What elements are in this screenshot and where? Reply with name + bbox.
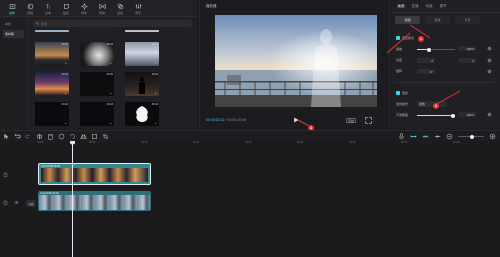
eye-icon[interactable]: [14, 200, 19, 205]
zoom-in-icon[interactable]: [489, 133, 496, 140]
split-icon[interactable]: [36, 133, 43, 140]
lock-icon[interactable]: [3, 172, 8, 177]
clip-track2[interactable]: mp4 00:00:10:06: [38, 191, 151, 211]
redo-icon[interactable]: [25, 133, 32, 140]
crop-icon[interactable]: [102, 133, 109, 140]
mirror-icon[interactable]: [80, 133, 87, 140]
ruler-tick: 00:10: [141, 141, 148, 144]
marker-1: 1: [418, 36, 424, 42]
lock-icon[interactable]: [3, 200, 8, 205]
link-icon[interactable]: [410, 133, 417, 140]
reverse-icon[interactable]: [69, 133, 76, 140]
cursor-icon[interactable]: [3, 133, 10, 140]
arrow-1: [386, 32, 411, 54]
track2-controls: 封面: [0, 195, 37, 213]
ruler-tick: 00:20: [245, 141, 252, 144]
rotate-icon[interactable]: [91, 133, 98, 140]
ruler-tick: 00:35: [401, 141, 408, 144]
ruler-tick: 00:15: [193, 141, 200, 144]
clip-track1[interactable]: mp4 00:00:10:06: [38, 163, 151, 185]
preview-axis-icon[interactable]: [434, 133, 441, 140]
cover-badge[interactable]: 封面: [26, 200, 36, 207]
clip-filmstrip: [41, 168, 148, 182]
timeline-tracks: 封面 mp4 00:00:10:06 mp4 00:00:10:06: [0, 149, 500, 257]
ruler-tick: 00:05: [89, 141, 96, 144]
marker-3: 3: [433, 103, 439, 109]
microphone-icon[interactable]: [398, 133, 405, 140]
timeline-toolbar: [0, 130, 500, 141]
undo-icon[interactable]: [14, 133, 21, 140]
arrow-3: [434, 90, 461, 106]
ruler-tick: 00:30: [349, 141, 356, 144]
track1-controls: [0, 166, 37, 184]
zoom-slider[interactable]: [458, 134, 484, 139]
freeze-icon[interactable]: [58, 133, 65, 140]
timeline-right-tools: [398, 133, 496, 140]
ruler-tick: 00:40: [453, 141, 460, 144]
snap-icon[interactable]: [422, 133, 429, 140]
clip-filmstrip: [39, 195, 150, 210]
playhead[interactable]: [72, 141, 73, 257]
ruler-tick: 00:25: [297, 141, 304, 144]
zoom-out-icon[interactable]: [446, 133, 453, 140]
delete-icon[interactable]: [47, 133, 54, 140]
timeline-ruler[interactable]: 00:00 00:05 00:10 00:15 00:20 00:25 00:30 00:35…: [37, 141, 500, 149]
ruler-tick: 00:00: [37, 141, 44, 144]
